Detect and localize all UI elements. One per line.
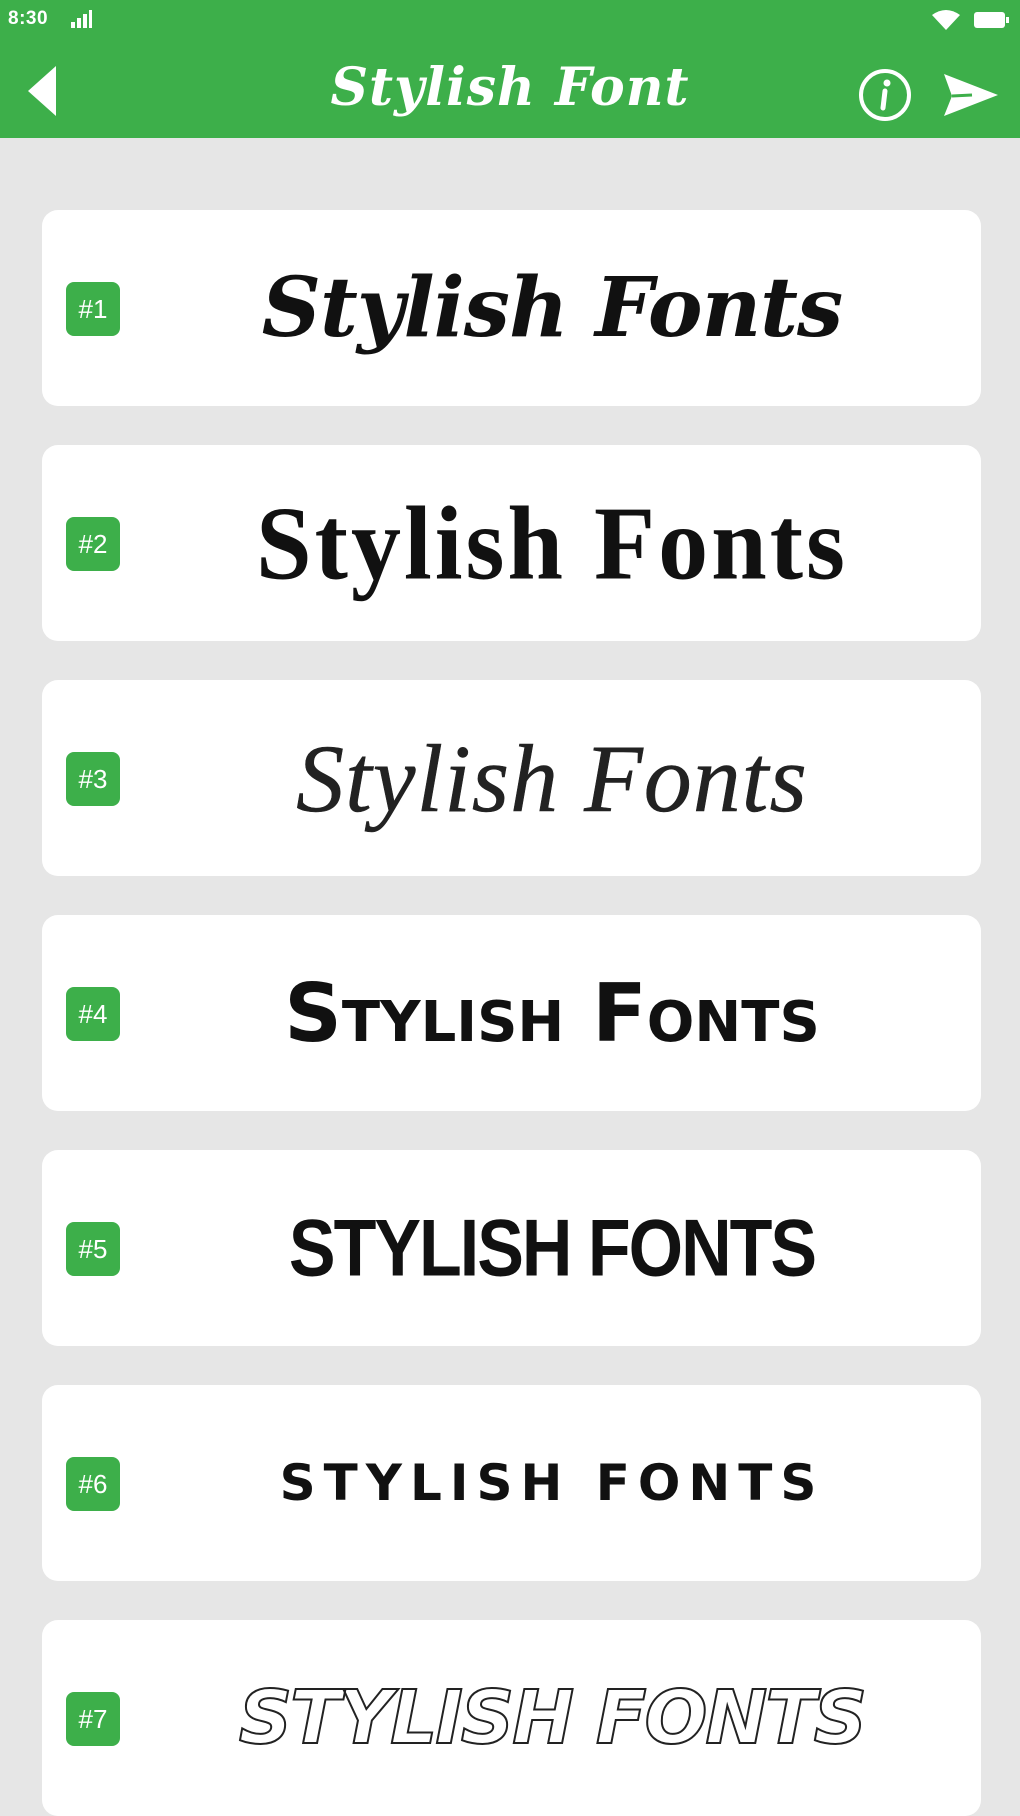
status-time: 8:30 [8,8,49,29]
font-number-badge: #3 [66,752,120,806]
signal-icon [71,10,92,28]
font-item-2[interactable]: #2 Stylish Fonts [42,445,981,641]
font-sample: STYLISH FONTS [238,1674,868,1762]
battery-icon [974,12,1009,28]
font-number-badge: #6 [66,1457,120,1511]
font-item-6[interactable]: #6 STYLISH FONTS [42,1385,981,1581]
font-sample: Stylish Fonts [296,724,808,832]
font-item-3[interactable]: #3 Stylish Fonts [42,680,981,876]
font-item-7[interactable]: #7 STYLISH FONTS [42,1620,981,1816]
wifi-icon [932,10,960,30]
font-sample: Stylish Fonts [261,260,843,356]
font-number-badge: #5 [66,1222,120,1276]
font-sample: STYLISH FONTS [279,1454,825,1512]
font-item-1[interactable]: #1 Stylish Fonts [42,210,981,406]
font-number-badge: #1 [66,282,120,336]
font-sample: STYLISH FONTS [288,1203,817,1293]
status-bar: 8:30 [0,0,1020,40]
info-button[interactable] [856,66,914,124]
font-item-4[interactable]: #4 Stylish Fonts [42,915,981,1111]
info-icon [859,69,911,121]
app-bar: Stylish Font [0,40,1020,138]
send-button[interactable] [940,66,1000,124]
font-number-badge: #7 [66,1692,120,1746]
font-sample: Stylish Fonts [256,484,848,602]
font-number-badge: #2 [66,517,120,571]
font-item-5[interactable]: #5 STYLISH FONTS [42,1150,981,1346]
font-sample: Stylish Fonts [284,966,820,1060]
send-icon [944,74,998,116]
font-number-badge: #4 [66,987,120,1041]
